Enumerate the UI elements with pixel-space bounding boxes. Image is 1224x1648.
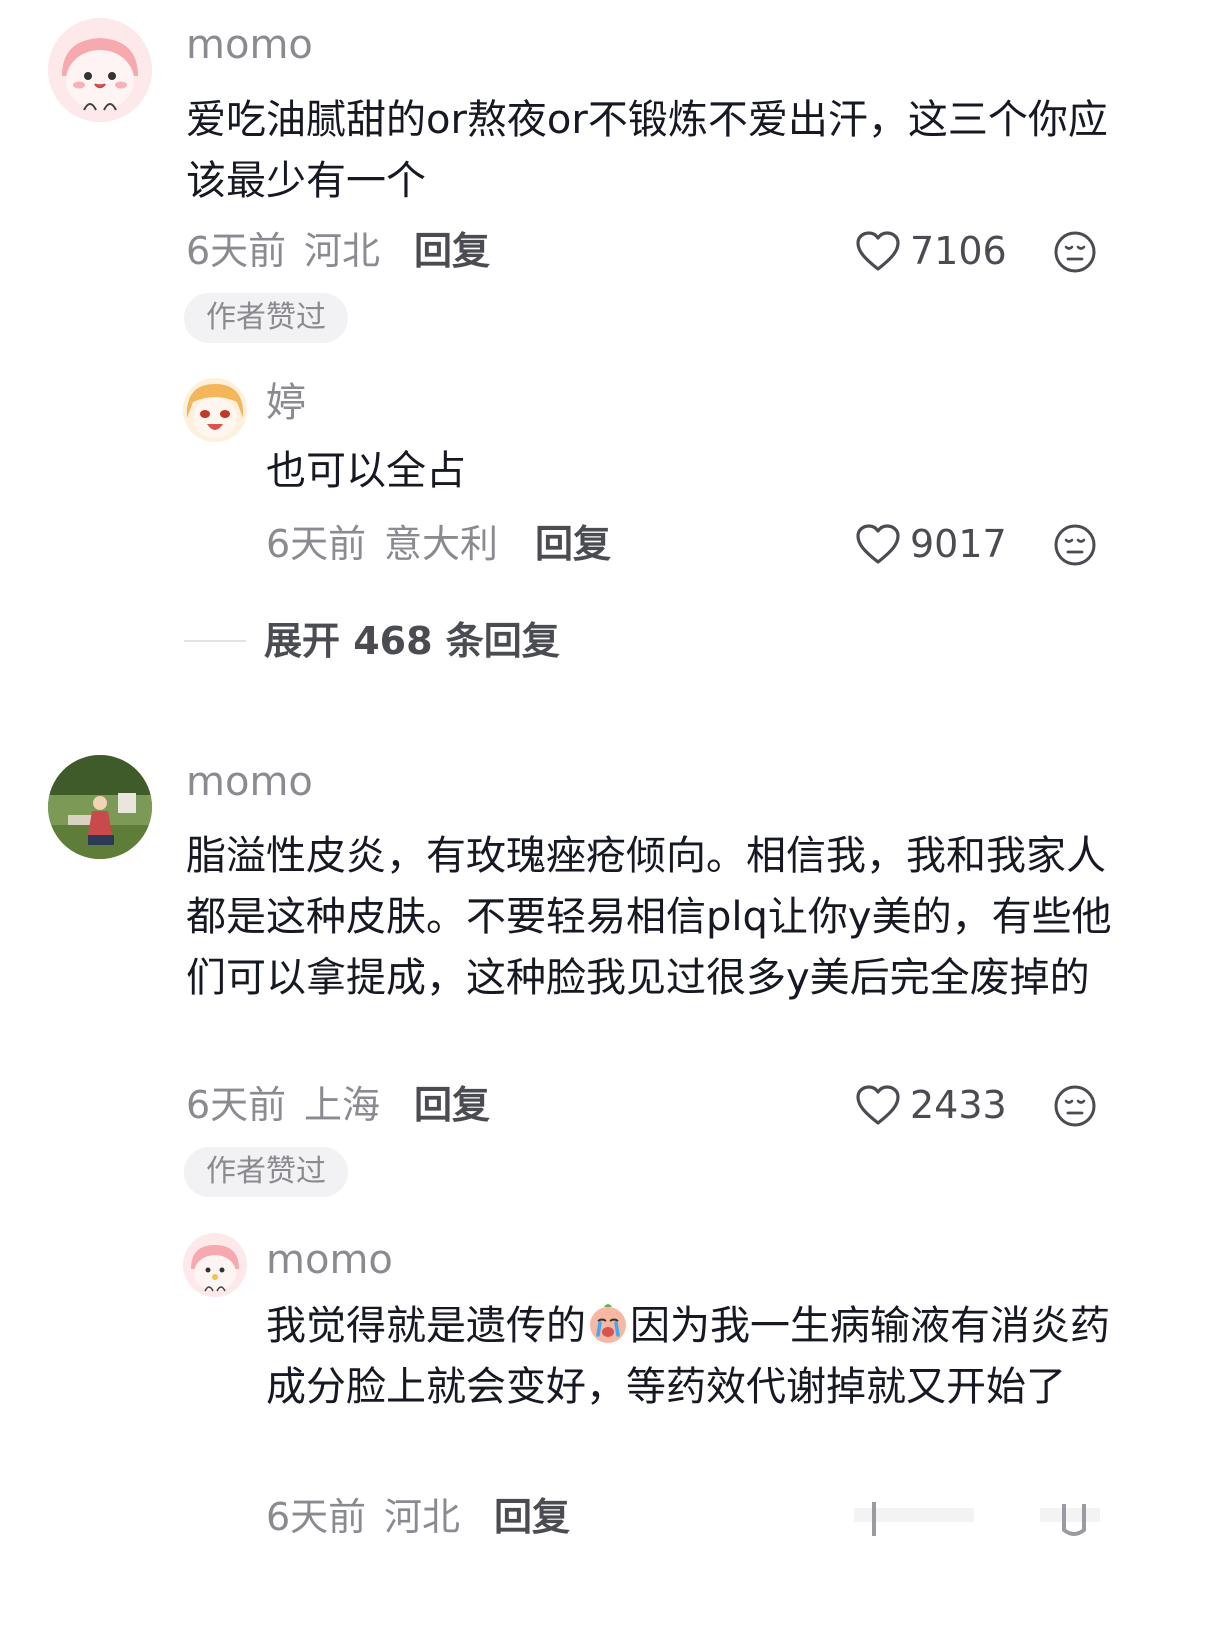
reply-time: 6天前 xyxy=(266,1495,367,1539)
like-button[interactable] xyxy=(854,1500,974,1540)
like-button[interactable]: 7106 xyxy=(854,228,1007,274)
comment-location: 上海 xyxy=(304,1083,381,1127)
like-button[interactable]: 9017 xyxy=(854,521,1007,567)
reply-location: 河北 xyxy=(384,1495,461,1539)
comment-text: 脂溢性皮炎，有玫瑰痤疮倾向。相信我，我和我家人都是这种皮肤。不要轻易相信plq让… xyxy=(186,833,1112,1001)
reply-avatar[interactable] xyxy=(183,378,247,442)
author-liked-badge: 作者赞过 xyxy=(184,293,348,343)
reply-text: 我觉得就是遗传的 因为我一生病输液有消炎药成分脸上就会变好，等药效代谢掉就又开始… xyxy=(266,1296,1126,1418)
heart-outline-icon xyxy=(856,1085,900,1125)
reply-button[interactable]: 回复 xyxy=(414,1082,490,1128)
comment-time: 6天前 xyxy=(186,229,287,273)
comment-time: 6天前 xyxy=(186,1083,287,1127)
comment-text: 爱吃油腻甜的or熬夜or不锻炼不爱出汗，这三个你应该最少有一个 xyxy=(186,97,1108,204)
reply-location: 意大利 xyxy=(384,522,499,566)
like-count: 9017 xyxy=(910,522,1007,566)
dislike-button[interactable] xyxy=(1040,1500,1100,1540)
like-button[interactable]: 2433 xyxy=(854,1082,1007,1128)
crying-face-emoji xyxy=(590,1304,626,1343)
reply-button[interactable]: 回复 xyxy=(494,1494,570,1540)
reply-button[interactable]: 回复 xyxy=(535,521,611,567)
neutral-face-icon xyxy=(1054,231,1096,273)
neutral-face-icon xyxy=(1054,1085,1096,1127)
username[interactable]: momo xyxy=(186,758,313,806)
dislike-button[interactable] xyxy=(1053,1084,1097,1132)
neutral-face-icon xyxy=(1054,524,1096,566)
heart-outline-icon xyxy=(856,231,900,271)
reply-text-part: 我觉得就是遗传的 xyxy=(266,1303,586,1349)
avatar-photo-garden-icon xyxy=(48,755,152,859)
expand-divider xyxy=(184,640,246,642)
dislike-button[interactable] xyxy=(1053,230,1097,278)
reply-text: 也可以全占 xyxy=(266,448,466,494)
avatar-anime-girl-icon xyxy=(183,378,247,442)
neutral-face-icon xyxy=(1040,1504,1100,1536)
reply-username[interactable]: 婷 xyxy=(266,379,306,427)
like-count: 2433 xyxy=(910,1083,1007,1127)
reply-avatar[interactable] xyxy=(183,1233,247,1297)
avatar[interactable] xyxy=(48,755,152,859)
reply-time: 6天前 xyxy=(266,522,367,566)
expand-replies-button[interactable]: 展开 468 条回复 xyxy=(264,618,560,664)
avatar[interactable] xyxy=(48,18,152,122)
dislike-button[interactable] xyxy=(1053,523,1097,571)
avatar-pink-character-icon xyxy=(48,18,152,122)
avatar-pink-character-icon xyxy=(183,1233,247,1297)
author-liked-badge: 作者赞过 xyxy=(184,1147,348,1197)
comment-location: 河北 xyxy=(304,229,381,273)
like-count: 7106 xyxy=(910,229,1007,273)
reply-username[interactable]: momo xyxy=(266,1236,393,1284)
reply-button[interactable]: 回复 xyxy=(414,228,490,274)
heart-outline-icon xyxy=(856,524,900,564)
username[interactable]: momo xyxy=(186,21,313,69)
heart-outline-icon xyxy=(854,1502,974,1536)
